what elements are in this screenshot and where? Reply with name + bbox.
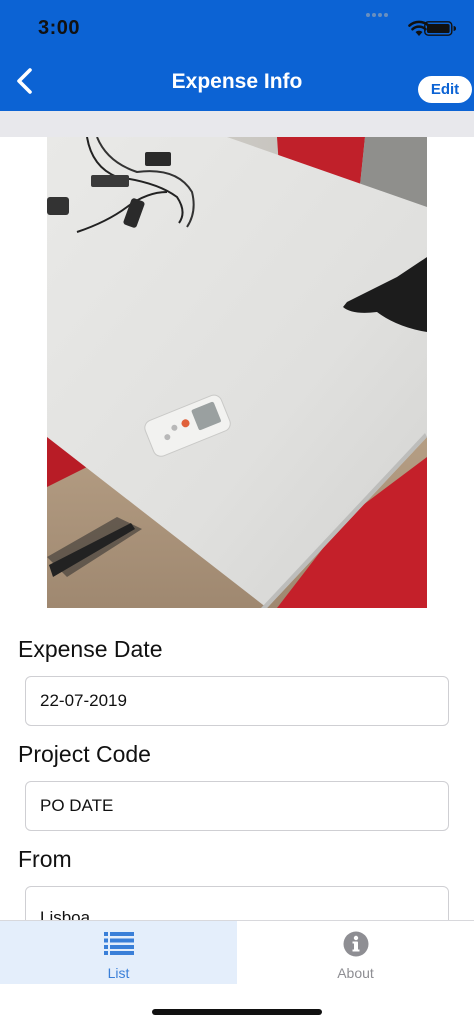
expense-date-value: 22-07-2019 [40, 691, 127, 710]
tab-bar: List About [0, 920, 474, 984]
signal-icon [366, 6, 388, 24]
header-divider-strip [0, 111, 474, 137]
from-label: From [18, 846, 72, 872]
tab-list[interactable]: List [0, 921, 237, 984]
expense-info-screen: 3:00 Expense Info Edit Expense Date 22-0… [0, 0, 474, 1026]
project-code-label: Project Code [18, 741, 151, 767]
page-title: Expense Info [171, 70, 303, 93]
list-icon [103, 931, 134, 957]
tab-about[interactable]: About [237, 921, 474, 984]
status-bar: 3:00 [0, 0, 474, 58]
nav-header: 3:00 Expense Info Edit [0, 0, 474, 111]
edit-button[interactable]: Edit [418, 76, 472, 103]
info-icon [343, 931, 369, 957]
tab-list-label: List [107, 965, 130, 981]
project-code-value: PO DATE [40, 796, 114, 815]
project-code-field[interactable]: PO DATE [25, 781, 449, 831]
status-time: 3:00 [38, 17, 81, 39]
expense-date-field[interactable]: 22-07-2019 [25, 676, 449, 726]
tab-about-label: About [337, 965, 374, 981]
battery-icon [424, 21, 457, 41]
expense-date-label: Expense Date [18, 636, 163, 662]
home-indicator [152, 1009, 322, 1015]
receipt-photo [47, 137, 427, 608]
